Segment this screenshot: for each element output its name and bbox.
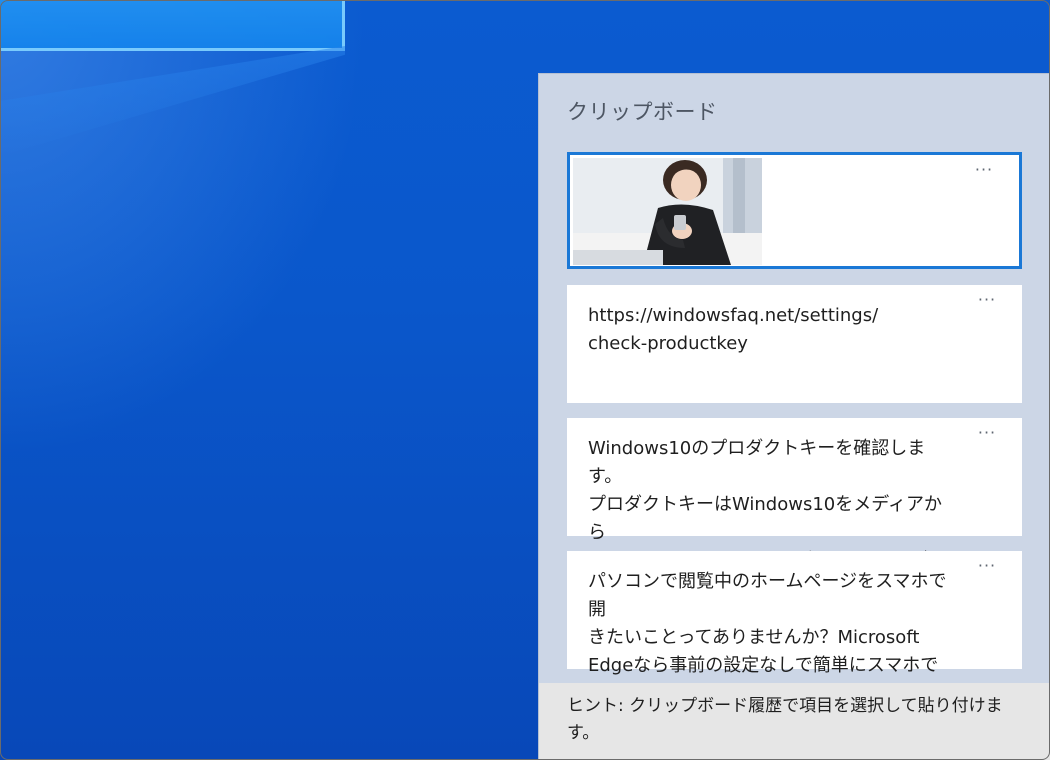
clipboard-item-text[interactable]: https://windowsfaq.net/settings/ check-p… [567, 285, 1022, 403]
clipboard-image-thumbnail [573, 158, 762, 265]
hint-text: ヒント: クリップボード履歴で項目を選択して貼り付けます。 [567, 696, 1003, 743]
clipboard-item-image[interactable]: ··· [567, 152, 1022, 269]
more-options-button[interactable]: ··· [971, 160, 997, 185]
clipboard-item-content: パソコンで閲覧中のホームページをスマホで開 きたいことってありませんか？Micr… [588, 571, 947, 676]
more-options-button[interactable]: ··· [974, 556, 1000, 581]
ellipsis-icon: ··· [974, 160, 994, 179]
wallpaper-light-streak [0, 46, 345, 156]
clipboard-history-panel: クリップボード ··· https://windowsfaq.net/setti… [538, 73, 1050, 760]
clipboard-item-text[interactable]: パソコンで閲覧中のホームページをスマホで開 きたいことってありませんか？Micr… [567, 551, 1022, 676]
panel-title: クリップボード [567, 100, 718, 124]
ellipsis-icon: ··· [977, 423, 997, 442]
clipboard-item-content: https://windowsfaq.net/settings/ check-p… [588, 305, 879, 354]
person-photo-image [573, 158, 762, 265]
more-options-button[interactable]: ··· [974, 423, 1000, 448]
ellipsis-icon: ··· [977, 290, 997, 309]
wallpaper-light-panel [0, 0, 345, 51]
clipboard-item-text[interactable]: Windows10のプロダクトキーを確認します。 プロダクトキーはWindows… [567, 418, 1022, 571]
ellipsis-icon: ··· [977, 556, 997, 575]
hint-bar: ヒント: クリップボード履歴で項目を選択して貼り付けます。 [539, 683, 1050, 760]
more-options-button[interactable]: ··· [974, 290, 1000, 315]
